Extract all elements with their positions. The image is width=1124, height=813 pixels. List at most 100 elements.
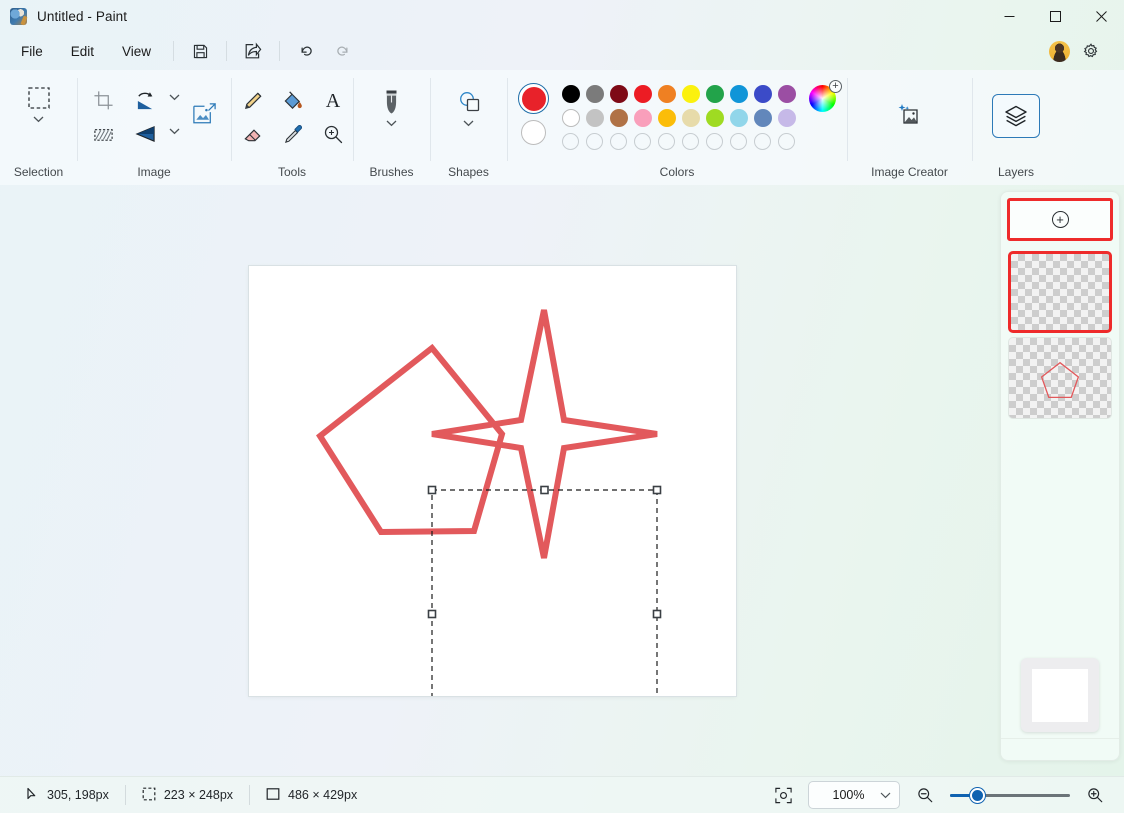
- add-color-icon[interactable]: +: [829, 80, 842, 93]
- save-icon[interactable]: [183, 36, 217, 66]
- shapes-chevron-icon[interactable]: [461, 120, 477, 127]
- tools-grid: A: [232, 80, 352, 148]
- brushes-chevron-icon[interactable]: [384, 120, 400, 127]
- window-controls: [986, 0, 1124, 32]
- selection-handle-0[interactable]: [429, 487, 436, 494]
- add-layer-button[interactable]: +: [1007, 198, 1113, 241]
- cursor-position-value: 305, 198px: [47, 788, 109, 802]
- layers-panel: +: [1000, 191, 1120, 761]
- resize-image-icon[interactable]: [182, 80, 226, 148]
- color-swatch-row1-0[interactable]: [562, 85, 580, 103]
- color-swatch-empty-2[interactable]: [610, 133, 627, 150]
- color-swatch-row2-1[interactable]: [586, 109, 604, 127]
- minimize-button[interactable]: [986, 0, 1032, 32]
- selection-marquee[interactable]: [249, 266, 736, 696]
- primary-color-swatch[interactable]: [518, 83, 549, 114]
- layers-icon[interactable]: [992, 94, 1040, 138]
- ribbon-label-image-creator: Image Creator: [847, 165, 972, 179]
- ribbon-group-colors: + Colors: [507, 70, 847, 185]
- color-swatch-row1-4[interactable]: [658, 85, 676, 103]
- drawing-canvas[interactable]: [249, 266, 736, 696]
- selection-handle-3[interactable]: [429, 611, 436, 618]
- color-swatch-row1-6[interactable]: [706, 85, 724, 103]
- image-creator-icon[interactable]: [886, 94, 934, 138]
- color-swatch-empty-1[interactable]: [586, 133, 603, 150]
- ribbon-label-brushes: Brushes: [353, 165, 430, 179]
- eraser-icon[interactable]: [232, 114, 274, 154]
- status-bar-right: 100%: [766, 780, 1114, 810]
- magnifier-icon[interactable]: [312, 114, 354, 154]
- layer-item-pentagon[interactable]: [1008, 337, 1112, 419]
- active-colors: [518, 82, 549, 145]
- redo-icon[interactable]: [325, 36, 359, 66]
- zoom-slider-thumb[interactable]: [970, 788, 985, 803]
- layer-pentagon-preview: [1009, 338, 1111, 418]
- zoom-level-select[interactable]: 100%: [808, 781, 900, 809]
- ribbon-label-image: Image: [77, 165, 231, 179]
- selection-handle-1[interactable]: [541, 487, 548, 494]
- transparent-selection-icon[interactable]: [82, 114, 124, 154]
- shapes-icon[interactable]: [446, 82, 492, 122]
- window-title: Untitled - Paint: [37, 9, 127, 24]
- color-swatch-row2-6[interactable]: [706, 109, 724, 127]
- ribbon-group-brushes: Brushes: [353, 70, 430, 185]
- selection-size-value: 223 × 248px: [164, 788, 233, 802]
- color-wheel-icon[interactable]: +: [809, 85, 836, 112]
- background-layer-thumbnail[interactable]: [1021, 658, 1099, 732]
- color-swatch-row1-9[interactable]: [778, 85, 796, 103]
- brush-icon[interactable]: [369, 82, 415, 122]
- color-swatch-row1-3[interactable]: [634, 85, 652, 103]
- maximize-button[interactable]: [1032, 0, 1078, 32]
- secondary-color-swatch[interactable]: [521, 120, 546, 145]
- account-avatar[interactable]: [1049, 41, 1070, 62]
- gear-icon[interactable]: [1074, 36, 1108, 66]
- layers-panel-footer: [1001, 738, 1119, 760]
- color-swatch-row2-2[interactable]: [610, 109, 628, 127]
- color-swatch-row1-5[interactable]: [682, 85, 700, 103]
- color-swatch-empty-3[interactable]: [634, 133, 651, 150]
- flip-icon[interactable]: [124, 114, 166, 154]
- color-swatch-empty-9[interactable]: [778, 133, 795, 150]
- color-swatch-empty-6[interactable]: [706, 133, 723, 150]
- close-button[interactable]: [1078, 0, 1124, 32]
- menu-edit[interactable]: Edit: [58, 39, 107, 64]
- color-swatch-row2-0[interactable]: [562, 109, 580, 127]
- color-swatch-empty-8[interactable]: [754, 133, 771, 150]
- rectangular-selection-icon[interactable]: [16, 78, 62, 118]
- color-swatch-row2-7[interactable]: [730, 109, 748, 127]
- color-palette: [559, 82, 799, 154]
- ribbon-group-shapes: Shapes: [430, 70, 507, 185]
- fit-to-window-icon[interactable]: [766, 780, 800, 810]
- color-swatch-row1-1[interactable]: [586, 85, 604, 103]
- color-swatch-empty-0[interactable]: [562, 133, 579, 150]
- undo-icon[interactable]: [289, 36, 323, 66]
- color-swatch-row2-5[interactable]: [682, 109, 700, 127]
- zoom-slider[interactable]: [950, 787, 1070, 803]
- share-icon[interactable]: [236, 36, 270, 66]
- color-swatch-row2-8[interactable]: [754, 109, 772, 127]
- zoom-in-icon[interactable]: [1078, 780, 1112, 810]
- color-swatch-row2-3[interactable]: [634, 109, 652, 127]
- color-swatch-row1-7[interactable]: [730, 85, 748, 103]
- menu-view[interactable]: View: [109, 39, 164, 64]
- selection-handle-4[interactable]: [654, 611, 661, 618]
- chevron-down-icon: [880, 788, 891, 802]
- flip-chevron-icon[interactable]: [166, 114, 182, 148]
- rectangular-selection-tool[interactable]: [16, 78, 62, 123]
- image-size-item: 486 × 429px: [250, 787, 373, 804]
- color-swatch-row1-2[interactable]: [610, 85, 628, 103]
- color-swatch-empty-4[interactable]: [658, 133, 675, 150]
- color-swatch-row1-8[interactable]: [754, 85, 772, 103]
- rotate-chevron-icon[interactable]: [166, 80, 182, 114]
- color-picker-icon[interactable]: [272, 114, 314, 154]
- menu-file[interactable]: File: [8, 39, 56, 64]
- paint-palette-icon: [10, 8, 27, 25]
- color-swatch-row2-9[interactable]: [778, 109, 796, 127]
- color-swatch-empty-7[interactable]: [730, 133, 747, 150]
- layer-item-empty[interactable]: [1008, 251, 1112, 333]
- chevron-down-icon[interactable]: [31, 116, 47, 123]
- color-swatch-empty-5[interactable]: [682, 133, 699, 150]
- selection-handle-2[interactable]: [654, 487, 661, 494]
- color-swatch-row2-4[interactable]: [658, 109, 676, 127]
- zoom-out-icon[interactable]: [908, 780, 942, 810]
